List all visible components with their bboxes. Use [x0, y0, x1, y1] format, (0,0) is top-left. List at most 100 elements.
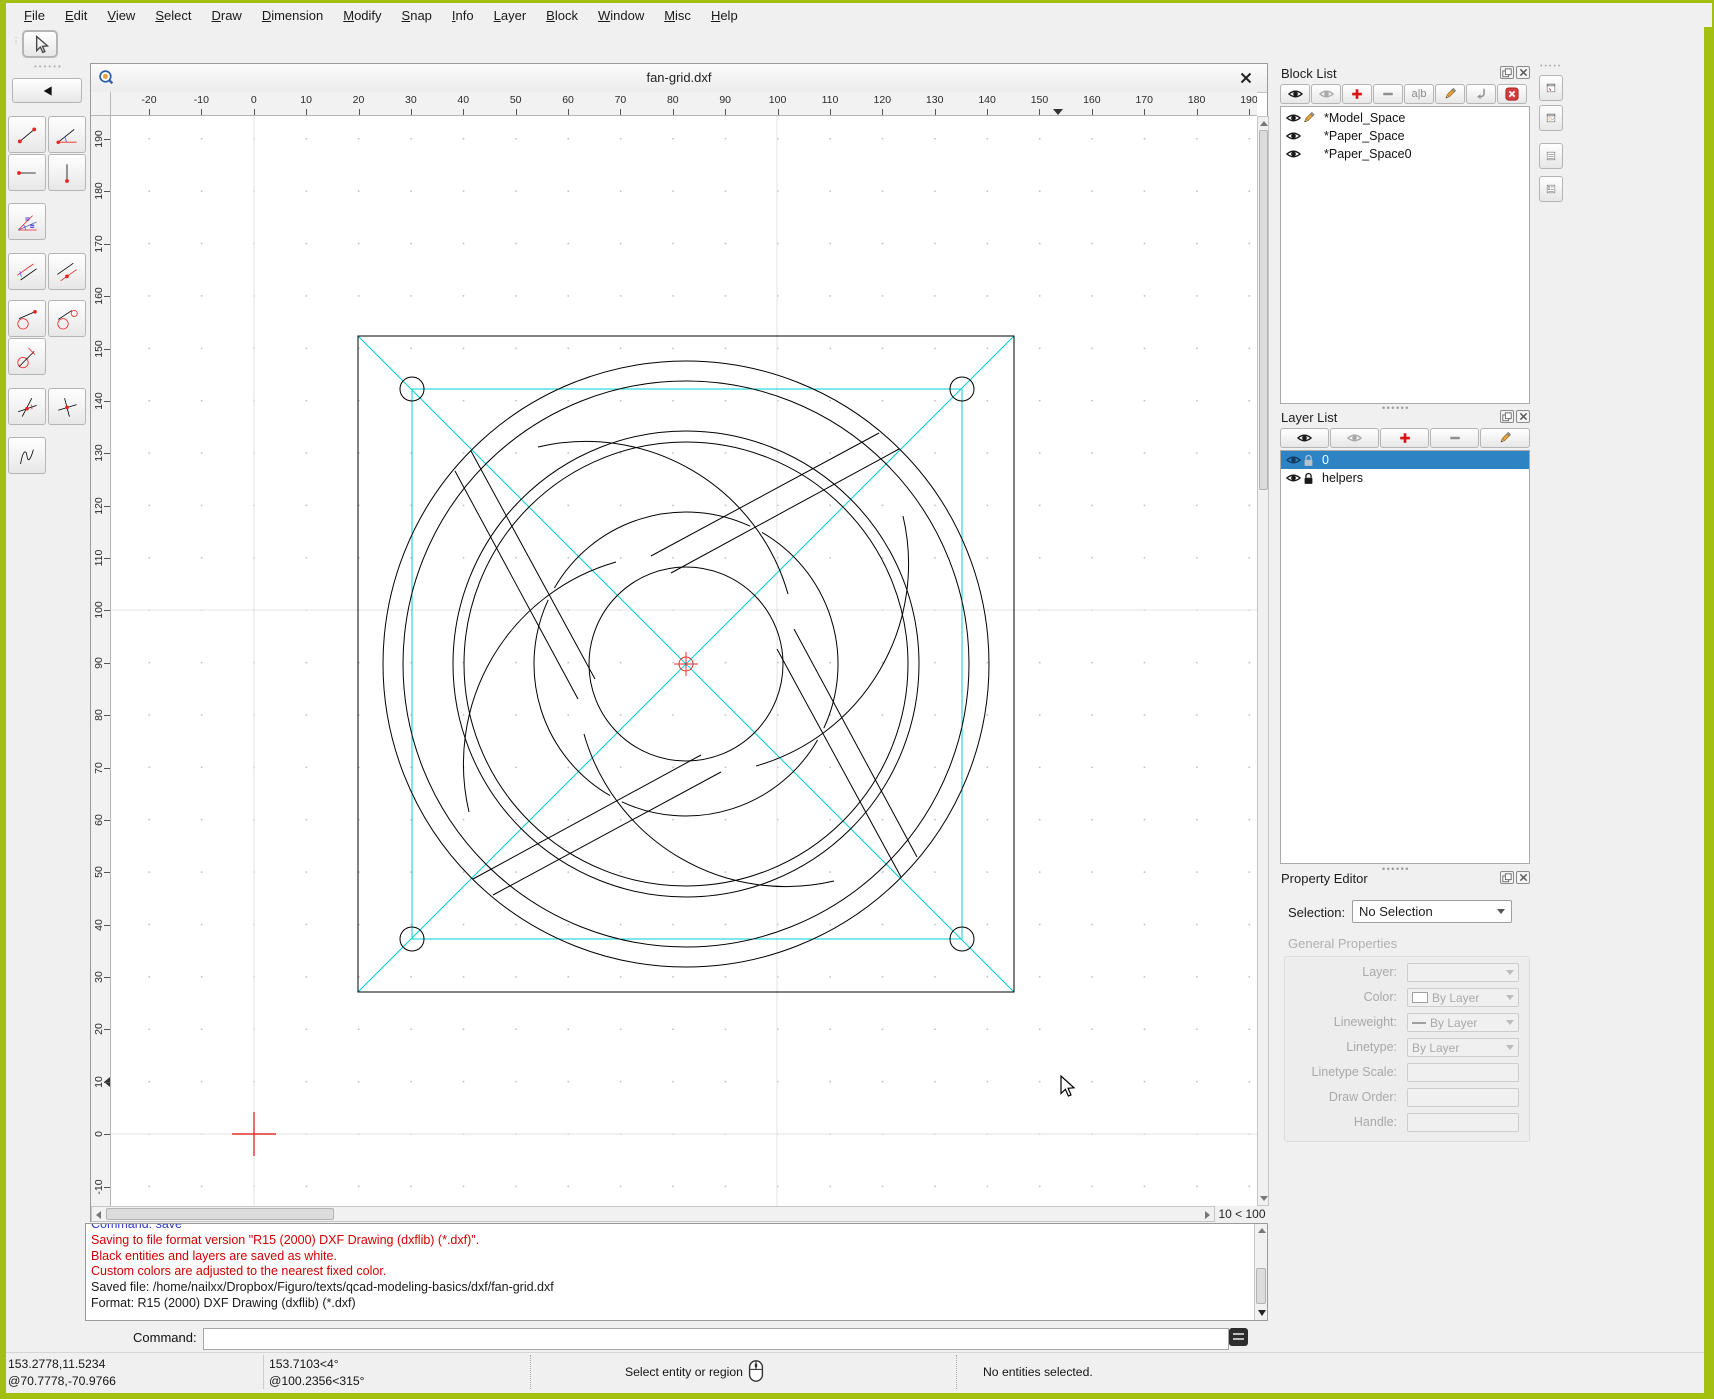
dock-toggle-button-2[interactable]: [1539, 105, 1563, 131]
menu-select[interactable]: Select: [145, 6, 201, 25]
property-editor-close-button[interactable]: [1516, 871, 1530, 884]
line-orthogonal-tangent-button[interactable]: [8, 338, 46, 375]
menu-misc[interactable]: Misc: [654, 6, 701, 25]
line-parallel-through-point-button[interactable]: [48, 253, 86, 290]
block-row-paper_space[interactable]: *Paper_Space: [1281, 127, 1529, 145]
layer-list-float-button[interactable]: [1500, 410, 1514, 423]
menu-block[interactable]: Block: [536, 6, 588, 25]
property-layer-control[interactable]: [1407, 963, 1519, 982]
menu-view[interactable]: View: [97, 6, 145, 25]
block-row-model_space[interactable]: *Model_Space: [1281, 109, 1529, 127]
layer-row-0[interactable]: 0: [1281, 451, 1529, 469]
layer-lock-icon[interactable]: [1301, 472, 1316, 485]
dock-splitter-1[interactable]: ••••••: [1382, 403, 1410, 413]
horizontal-scroll-thumb[interactable]: [106, 1208, 334, 1220]
menu-info[interactable]: Info: [442, 6, 484, 25]
line-parallel-button[interactable]: [8, 253, 46, 290]
layer-lock-icon[interactable]: [1301, 454, 1316, 467]
canvas-horizontal-scrollbar[interactable]: [91, 1206, 1215, 1222]
block-rename-button[interactable]: a|b: [1404, 84, 1434, 104]
scroll-left-arrow[interactable]: [96, 1211, 101, 1219]
scroll-right-arrow[interactable]: [1205, 1211, 1210, 1219]
layer-row-helpers[interactable]: helpers: [1281, 469, 1529, 487]
draw-toolbar-handle[interactable]: ••••••: [34, 62, 63, 71]
property-handle-control[interactable]: [1407, 1113, 1519, 1132]
property-linetypescale-control[interactable]: [1407, 1063, 1519, 1082]
layer-edit-button[interactable]: [1480, 428, 1530, 448]
selection-pointer-button[interactable]: [22, 30, 58, 58]
menu-edit[interactable]: Edit: [55, 6, 97, 25]
dock-toggle-button-3[interactable]: [1539, 143, 1563, 169]
layer-hide-all-button[interactable]: [1330, 428, 1379, 448]
vertical-scroll-thumb[interactable]: [1259, 130, 1268, 490]
scroll-up-arrow[interactable]: [1260, 121, 1268, 126]
block-show-all-button[interactable]: [1280, 84, 1310, 104]
dock-splitter-2[interactable]: ••••••: [1382, 864, 1410, 874]
menu-help[interactable]: Help: [701, 6, 748, 25]
menu-snap[interactable]: Snap: [392, 6, 442, 25]
drawing-canvas[interactable]: [111, 116, 1257, 1206]
property-draworder-control[interactable]: [1407, 1088, 1519, 1107]
line-vertical-button[interactable]: [48, 154, 86, 191]
block-row-paper_space0[interactable]: *Paper_Space0: [1281, 145, 1529, 163]
menu-modify[interactable]: Modify: [333, 6, 391, 25]
history-scrollbar[interactable]: [1254, 1224, 1267, 1320]
property-editor-float-button[interactable]: [1500, 871, 1514, 884]
menu-window[interactable]: Window: [588, 6, 654, 25]
menu-file[interactable]: File: [14, 6, 55, 25]
property-lineweight-control[interactable]: By Layer: [1407, 1013, 1519, 1032]
history-scroll-down-arrow[interactable]: [1257, 1310, 1266, 1316]
canvas-vertical-scrollbar[interactable]: [1257, 116, 1269, 1206]
menu-draw[interactable]: Draw: [201, 6, 251, 25]
block-hide-all-button[interactable]: [1311, 84, 1341, 104]
line-bisector-button[interactable]: [8, 203, 46, 240]
line-angle-button[interactable]: [48, 116, 86, 153]
command-toggle-button[interactable]: [1229, 1328, 1248, 1346]
block-remove-button[interactable]: [1373, 84, 1403, 104]
dock-toggle-button-1[interactable]: [1539, 75, 1563, 101]
document-close-icon[interactable]: [1239, 71, 1253, 85]
block-edit-button[interactable]: [1435, 84, 1465, 104]
line-tangent-two-circles-button[interactable]: [48, 300, 86, 337]
block-visibility-eye-icon[interactable]: [1286, 130, 1301, 142]
line-freehand-button[interactable]: [8, 437, 46, 474]
block-list-float-button[interactable]: [1500, 66, 1514, 79]
property-linetype-control[interactable]: By Layer: [1407, 1038, 1519, 1057]
menu-layer[interactable]: Layer: [484, 6, 537, 25]
block-visibility-eye-icon[interactable]: [1286, 148, 1301, 160]
h-ruler-label: 80: [666, 94, 679, 106]
document-title-bar[interactable]: fan-grid.dxf: [91, 64, 1267, 93]
history-scroll-thumb[interactable]: [1256, 1268, 1266, 1304]
property-color-control[interactable]: By Layer: [1407, 988, 1519, 1007]
selection-combobox[interactable]: No Selection: [1352, 900, 1512, 923]
layer-list[interactable]: 0 helpers: [1280, 450, 1530, 864]
strip-handle[interactable]: •••••: [1540, 63, 1562, 70]
back-button[interactable]: [12, 78, 82, 103]
layer-visibility-eye-icon[interactable]: [1286, 454, 1301, 466]
toolbar-drag-handle[interactable]: ⋮⋮: [12, 36, 30, 45]
block-insert-button[interactable]: [1466, 84, 1496, 104]
line-relative-angle-button[interactable]: [8, 388, 46, 425]
layer-remove-button[interactable]: [1430, 428, 1479, 448]
command-input[interactable]: [203, 1328, 1229, 1350]
command-history-lines: Command: save Saving to file format versi…: [86, 1224, 1267, 1312]
line-horizontal-button[interactable]: [8, 154, 46, 191]
layer-visibility-eye-icon[interactable]: [1286, 472, 1301, 484]
line-two-points-button[interactable]: [8, 116, 46, 153]
line-orthogonal-button[interactable]: [48, 388, 86, 425]
layer-show-all-button[interactable]: [1280, 428, 1329, 448]
block-list[interactable]: *Model_Space *Paper_Space *Paper_Space0: [1280, 106, 1530, 404]
layer-add-button[interactable]: [1380, 428, 1429, 448]
scroll-down-arrow[interactable]: [1260, 1196, 1268, 1201]
block-list-close-button[interactable]: [1516, 66, 1530, 79]
layer-list-close-button[interactable]: [1516, 410, 1530, 423]
block-purge-button[interactable]: [1497, 84, 1527, 104]
command-history[interactable]: Command: save Saving to file format versi…: [85, 1223, 1268, 1321]
history-scroll-up-arrow[interactable]: [1257, 1228, 1266, 1233]
line-freehand-icon: [20, 448, 34, 464]
block-visibility-eye-icon[interactable]: [1286, 112, 1301, 124]
line-tangent-point-circle-button[interactable]: [8, 300, 46, 337]
block-add-button[interactable]: [1342, 84, 1372, 104]
dock-toggle-button-4[interactable]: [1539, 176, 1563, 202]
menu-dimension[interactable]: Dimension: [252, 6, 333, 25]
